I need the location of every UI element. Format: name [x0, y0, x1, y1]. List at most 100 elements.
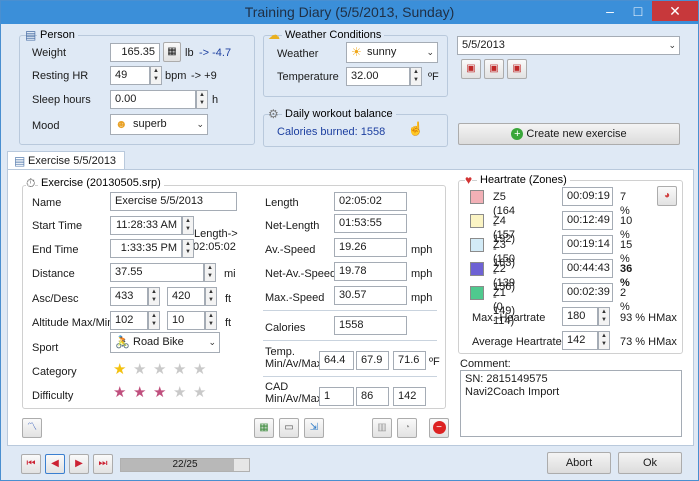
zone-time-field[interactable]: 00:44:43 — [562, 259, 613, 278]
weather-group-title: Weather Conditions — [282, 29, 385, 42]
net-length-field[interactable]: 01:53:55 — [334, 214, 407, 233]
zone-time-field[interactable]: 00:12:49 — [562, 211, 613, 230]
zones-chart-button[interactable]: ◕ — [657, 186, 677, 206]
calendar-prev-button[interactable]: ▣ — [461, 59, 481, 79]
mood-label: Mood — [32, 120, 60, 132]
mood-select[interactable]: ☻ superb ⌄ — [110, 114, 208, 135]
separator — [263, 376, 437, 377]
star-icon[interactable]: ★ — [133, 385, 146, 400]
sleep-hours-field[interactable]: 0.00 — [110, 90, 196, 109]
start-time-field[interactable]: 11:28:33 AM — [110, 216, 182, 235]
start-time-stepper[interactable]: ▲ ▼ — [182, 216, 194, 235]
length-field[interactable]: 02:05:02 — [334, 192, 407, 211]
export-button[interactable]: ⇲ — [304, 418, 324, 438]
zone-time-field[interactable]: 00:09:19 — [562, 187, 613, 206]
maximize-button[interactable]: □ — [624, 1, 652, 21]
star-icon[interactable]: ★ — [173, 385, 186, 400]
zone-time-field[interactable]: 00:19:14 — [562, 235, 613, 254]
descent-field[interactable]: 420 — [167, 287, 205, 306]
device-button[interactable]: ▭ — [279, 418, 299, 438]
calendar-next-button[interactable]: ▣ — [507, 59, 527, 79]
sport-select[interactable]: 🚴 Road Bike ⌄ — [110, 332, 220, 353]
star-icon[interactable]: ★ — [193, 385, 206, 400]
max-hr-field[interactable]: 180 — [562, 307, 598, 326]
cad-min-field[interactable]: 1 — [319, 387, 354, 406]
sleep-hours-stepper[interactable]: ▲ ▼ — [196, 90, 208, 109]
zone-time-field[interactable]: 00:02:39 — [562, 283, 613, 302]
max-hr-pct: 93 % HMax — [620, 312, 677, 324]
next-record-button[interactable]: ▶ — [69, 454, 89, 474]
length-note-label: Length-> — [194, 228, 238, 240]
cad-max-field[interactable]: 142 — [393, 387, 426, 406]
temperature-stepper[interactable]: ▲ ▼ — [410, 67, 422, 86]
calendar-today-button[interactable]: ▣ — [484, 59, 504, 79]
altitude-min-field[interactable]: 10 — [167, 311, 205, 330]
graph-button[interactable]: 〽 — [22, 418, 42, 438]
net-av-speed-field[interactable]: 19.78 — [334, 262, 407, 281]
max-speed-field[interactable]: 30.57 — [334, 286, 407, 305]
title-bar: Training Diary (5/5/2013, Sunday) – □ ✕ — [1, 1, 698, 24]
map-button[interactable]: ▦ — [254, 418, 274, 438]
altitude-min-stepper[interactable]: ▲ ▼ — [205, 311, 217, 330]
comment-textarea[interactable]: SN: 2815149575 Navi2Coach Import — [460, 370, 682, 437]
av-speed-field[interactable]: 19.26 — [334, 238, 407, 257]
temperature-field[interactable]: 32.00 — [346, 67, 410, 86]
star-icon[interactable]: ★ — [153, 385, 166, 400]
record-progress-bar[interactable]: 22/25 — [120, 458, 250, 472]
star-icon[interactable]: ★ — [193, 362, 206, 377]
temp-min-field[interactable]: 64.4 — [319, 351, 354, 370]
minimize-button[interactable]: – — [596, 1, 624, 21]
ok-button[interactable]: Ok — [618, 452, 682, 474]
smiley-icon: ☻ — [115, 117, 128, 131]
comment-label: Comment: — [460, 358, 511, 370]
delete-button[interactable]: − — [429, 418, 449, 438]
skip-last-icon: ⏭ — [98, 458, 108, 469]
star-icon[interactable]: ★ — [113, 385, 126, 400]
hand-button[interactable]: ☝ — [406, 120, 426, 140]
first-record-button[interactable]: ⏮ — [21, 454, 41, 474]
abort-button[interactable]: Abort — [547, 452, 611, 474]
altitude-max-field[interactable]: 102 — [110, 311, 148, 330]
rss-button[interactable]: ◔ — [397, 418, 417, 438]
resting-hr-field[interactable]: 49 — [110, 66, 150, 85]
difficulty-rating[interactable]: ★ ★ ★ ★ ★ — [113, 385, 217, 401]
star-icon[interactable]: ★ — [173, 362, 186, 377]
ascent-stepper[interactable]: ▲ ▼ — [148, 287, 160, 306]
temp-max-field[interactable]: 71.6 — [393, 351, 426, 370]
star-icon[interactable]: ★ — [133, 362, 146, 377]
plus-icon: + — [511, 128, 524, 141]
calculator-button[interactable]: ▦ — [163, 42, 181, 62]
calories-label: Calories — [265, 322, 306, 334]
end-time-field[interactable]: 1:33:35 PM — [110, 239, 182, 258]
date-select[interactable]: 5/5/2013 ⌄ — [457, 36, 680, 55]
stats-button[interactable]: ▥ — [372, 418, 392, 438]
ascent-field[interactable]: 433 — [110, 287, 148, 306]
weight-field[interactable]: 165.35 — [110, 43, 160, 62]
tab-exercise[interactable]: ▤ Exercise 5/5/2013 — [7, 151, 126, 170]
calories-field[interactable]: 1558 — [334, 316, 407, 335]
name-field[interactable]: Exercise 5/5/2013 — [110, 192, 237, 211]
cad-av-field[interactable]: 86 — [356, 387, 389, 406]
weather-select[interactable]: ☀ sunny ⌄ — [346, 42, 438, 63]
close-button[interactable]: ✕ — [652, 1, 698, 21]
prev-record-button[interactable]: ◀ — [45, 454, 65, 474]
end-time-stepper[interactable]: ▲ ▼ — [182, 239, 194, 258]
altitude-max-stepper[interactable]: ▲ ▼ — [148, 311, 160, 330]
temp-av-field[interactable]: 67.9 — [356, 351, 389, 370]
category-rating[interactable]: ★ ★ ★ ★ ★ — [113, 362, 217, 378]
star-icon[interactable]: ★ — [113, 362, 126, 377]
temp-label-text: Temp. Min/Av/Max — [265, 346, 323, 370]
last-record-button[interactable]: ⏭ — [93, 454, 113, 474]
weather-label: Weather — [277, 48, 319, 60]
window-title: Training Diary (5/5/2013, Sunday) — [244, 4, 455, 20]
create-exercise-button[interactable]: + Create new exercise — [458, 123, 680, 145]
star-icon[interactable]: ★ — [153, 362, 166, 377]
descent-stepper[interactable]: ▲ ▼ — [205, 287, 217, 306]
name-label: Name — [32, 197, 62, 209]
max-hr-stepper[interactable]: ▲ ▼ — [598, 307, 610, 326]
distance-stepper[interactable]: ▲ ▼ — [204, 263, 216, 282]
avg-hr-stepper[interactable]: ▲ ▼ — [598, 331, 610, 350]
avg-hr-field[interactable]: 142 — [562, 331, 598, 350]
resting-hr-stepper[interactable]: ▲ ▼ — [150, 66, 162, 85]
distance-field[interactable]: 37.55 — [110, 263, 204, 282]
